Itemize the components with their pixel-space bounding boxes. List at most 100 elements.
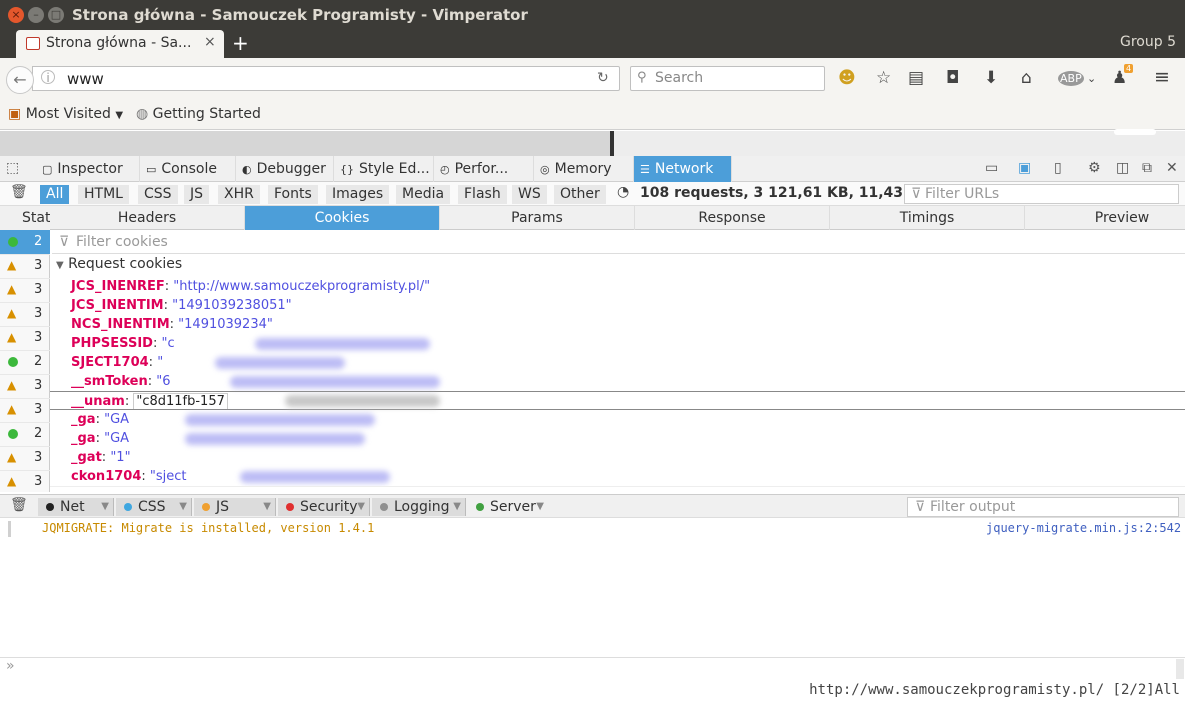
request-row[interactable]: 2 <box>0 230 50 255</box>
bookmark-star-icon[interactable]: ☆ <box>876 68 891 88</box>
split-console-icon[interactable]: ▣ <box>1018 160 1031 176</box>
dock-side-icon[interactable]: ◫ <box>1116 160 1129 176</box>
browser-tab[interactable]: Strona główna - Sa... × <box>16 30 224 58</box>
details-tab-cookies[interactable]: Cookies <box>245 206 440 230</box>
home-icon[interactable]: ⌂ <box>1021 68 1032 88</box>
filter-output-input[interactable]: ⊽ Filter output <box>907 497 1179 517</box>
bookmark-most-visited[interactable]: ▣ Most Visited ▼ <box>8 106 123 122</box>
hamburger-menu-icon[interactable]: ≡ <box>1154 66 1170 88</box>
reload-icon[interactable]: ↻ <box>597 70 609 86</box>
chevron-down-icon[interactable]: ▼ <box>101 498 109 516</box>
tab-group-label[interactable]: Group 5 <box>1120 34 1176 50</box>
filter-urls-input[interactable]: ⊽ Filter URLs <box>904 184 1179 204</box>
console-filter-js[interactable]: JS ▼ <box>194 498 276 516</box>
bookmark-getting-started[interactable]: ◍ Getting Started <box>136 106 261 122</box>
cookie-item[interactable]: ckon1704: "sject <box>50 467 1185 486</box>
request-row[interactable]: ▲ 3 <box>0 374 50 399</box>
chevron-down-icon[interactable]: ▼ <box>179 498 187 516</box>
filter-type-ws[interactable]: WS <box>512 185 547 204</box>
chevron-down-icon[interactable]: ▼ <box>263 498 271 516</box>
console-filter-css[interactable]: CSS ▼ <box>116 498 192 516</box>
request-row[interactable]: 2 <box>0 350 50 375</box>
request-row[interactable]: ▲ 3 <box>0 278 50 303</box>
cookie-item[interactable]: JCS_INENREF: "http://www.samouczekprogra… <box>50 277 1185 296</box>
cookie-item[interactable]: JCS_INENTIM: "1491039238051" <box>50 296 1185 315</box>
url-bar[interactable]: i www ↻ <box>32 66 620 91</box>
url-input[interactable]: www <box>67 70 104 88</box>
window-maximize-icon[interactable]: □ <box>48 7 64 23</box>
console-message-source-link[interactable]: jquery-migrate.min.js:2:542 <box>986 521 1181 535</box>
console-filter-security[interactable]: Security ▼ <box>278 498 370 516</box>
console-scrollbar[interactable] <box>1176 659 1184 679</box>
console-filter-server[interactable]: Server ▼ <box>468 498 548 516</box>
filter-type-css[interactable]: CSS <box>138 185 178 204</box>
performance-analysis-icon[interactable]: ◔ <box>617 184 629 200</box>
request-row[interactable]: ▲ 3 <box>0 398 50 423</box>
reading-list-icon[interactable]: ▤ <box>908 68 924 88</box>
site-info-icon[interactable]: i <box>41 70 55 85</box>
filter-type-all[interactable]: All <box>40 185 70 204</box>
details-tab-preview[interactable]: Preview <box>1025 206 1185 230</box>
filter-type-media[interactable]: Media <box>396 185 451 204</box>
filter-type-images[interactable]: Images <box>326 185 390 204</box>
chevron-down-icon[interactable]: ▼ <box>453 498 461 516</box>
device-icon[interactable]: ▯ <box>1054 160 1062 176</box>
tab-network[interactable]: ☰ Network <box>634 156 732 182</box>
details-tab-params[interactable]: Params <box>440 206 635 230</box>
cookie-item[interactable]: NCS_INENTIM: "1491039234" <box>50 315 1185 334</box>
clear-console-icon[interactable]: 🗑 <box>10 497 28 513</box>
close-devtools-icon[interactable]: ✕ <box>1166 160 1178 176</box>
request-row[interactable]: ▲ 3 <box>0 470 50 495</box>
tab-style-ed[interactable]: {} Style Ed... <box>334 156 434 182</box>
search-input[interactable]: ⚲ Search <box>630 66 825 91</box>
tab-memory[interactable]: ◎ Memory <box>534 156 634 182</box>
filter-type-xhr[interactable]: XHR <box>218 185 260 204</box>
tab-debugger[interactable]: ◐ Debugger <box>236 156 334 182</box>
tab-perfor[interactable]: ◴ Perfor... <box>434 156 534 182</box>
request-row[interactable]: ▲ 3 <box>0 302 50 327</box>
cookie-item[interactable]: PHPSESSID: "c <box>50 334 1185 353</box>
element-picker-icon[interactable]: ⬚ <box>6 160 19 176</box>
details-tab-timings[interactable]: Timings <box>830 206 1025 230</box>
cookie-item[interactable]: _gat: "1" <box>50 448 1185 467</box>
tab-inspector[interactable]: ▢ Inspector <box>36 156 140 182</box>
request-row[interactable]: 2 <box>0 422 50 447</box>
filter-type-flash[interactable]: Flash <box>458 185 507 204</box>
pocket-icon[interactable]: ◘ <box>946 68 959 88</box>
status-column-header[interactable]: Stat <box>0 206 50 230</box>
filter-type-js[interactable]: JS <box>184 185 210 204</box>
adblock-menu-chevron-icon[interactable]: ⌄ <box>1087 72 1096 85</box>
filter-type-html[interactable]: HTML <box>78 185 129 204</box>
separate-window-icon[interactable]: ⧉ <box>1142 160 1152 176</box>
status-code: 3 <box>34 330 43 345</box>
filter-type-fonts[interactable]: Fonts <box>268 185 318 204</box>
console-filter-logging[interactable]: Logging ▼ <box>372 498 466 516</box>
request-row[interactable]: ▲ 3 <box>0 326 50 351</box>
adblock-icon[interactable]: ABP <box>1058 71 1084 86</box>
tab-close-icon[interactable]: × <box>204 34 216 50</box>
cookie-item[interactable]: __smToken: "6 <box>50 372 1185 391</box>
chevron-down-icon[interactable]: ▼ <box>357 498 365 516</box>
window-minimize-icon[interactable]: – <box>28 7 44 23</box>
chevron-down-icon[interactable]: ▼ <box>536 498 544 516</box>
cookie-value[interactable]: "c8d11fb-157 <box>133 393 228 409</box>
console-filter-net[interactable]: Net ▼ <box>38 498 114 516</box>
trash-icon[interactable]: 🗑 <box>10 184 28 200</box>
cookie-item[interactable]: __unam: "c8d11fb-157 <box>50 391 1185 410</box>
extension-icon[interactable]: ☻ <box>838 68 856 88</box>
filter-type-other[interactable]: Other <box>554 185 606 204</box>
request-row[interactable]: ▲ 3 <box>0 446 50 471</box>
settings-gear-icon[interactable]: ⚙ <box>1088 160 1101 176</box>
console-input[interactable]: » <box>0 657 1185 679</box>
request-cookies-section[interactable]: ▼ Request cookies <box>56 256 182 272</box>
responsive-design-icon[interactable]: ▭ <box>985 160 998 176</box>
window-close-icon[interactable]: × <box>8 7 24 23</box>
tab-console[interactable]: ▭ Console <box>140 156 236 182</box>
details-tab-headers[interactable]: Headers <box>50 206 245 230</box>
request-row[interactable]: ▲ 3 <box>0 254 50 279</box>
details-tab-response[interactable]: Response <box>635 206 830 230</box>
back-button[interactable]: ← <box>6 66 34 94</box>
new-tab-button[interactable]: + <box>232 31 249 55</box>
download-icon[interactable]: ⬇ <box>984 68 998 88</box>
filter-cookies-input[interactable]: ⊽ Filter cookies <box>52 230 1185 254</box>
